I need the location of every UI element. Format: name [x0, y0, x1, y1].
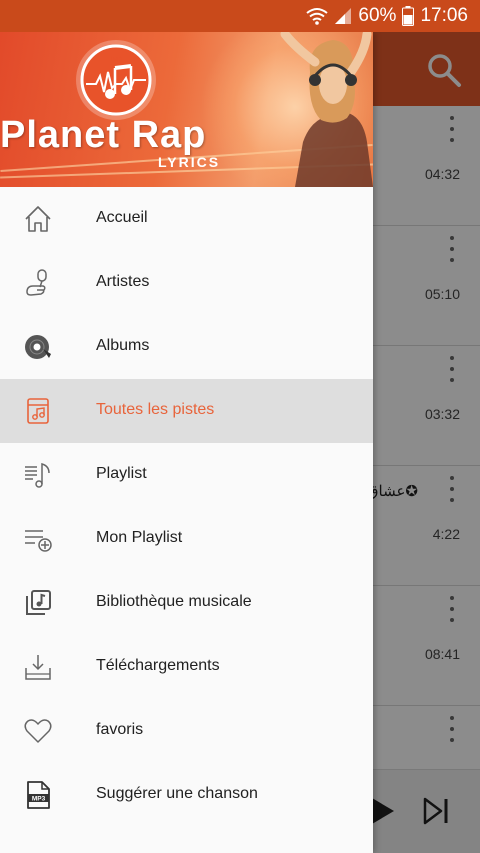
menu-item-playlist[interactable]: Playlist — [0, 443, 373, 507]
drawer-menu: Accueil Artistes Albums Toutes les piste… — [0, 187, 373, 827]
menu-item-label: Mon Playlist — [96, 529, 183, 546]
menu-item-label: Artistes — [96, 273, 150, 290]
menu-item-artistes[interactable]: Artistes — [0, 251, 373, 315]
app-brand-title: Planet Rap — [0, 114, 207, 156]
menu-item-telechargements[interactable]: Téléchargements — [0, 635, 373, 699]
menu-item-label: Toutes les pistes — [96, 401, 215, 418]
logo-text: rap — [110, 54, 123, 63]
singer-photo — [280, 32, 373, 187]
microphone-hand-icon — [22, 267, 54, 299]
wifi-icon — [306, 7, 329, 25]
playlist-add-icon — [22, 523, 54, 555]
menu-item-label: favoris — [96, 721, 144, 738]
menu-item-suggerer-une-chanson[interactable]: MP3 Suggérer une chanson — [0, 763, 373, 827]
status-bar: 60% 17:06 — [0, 0, 480, 32]
menu-item-mon-playlist[interactable]: Mon Playlist — [0, 507, 373, 571]
menu-item-label: Albums — [96, 337, 150, 354]
menu-item-favoris[interactable]: favoris — [0, 699, 373, 763]
menu-item-label: Téléchargements — [96, 657, 220, 674]
music-file-icon — [22, 395, 54, 427]
home-icon — [22, 203, 54, 235]
mp3-file-icon: MP3 — [22, 779, 54, 811]
signal-icon — [334, 7, 352, 25]
menu-item-label: Playlist — [96, 465, 147, 482]
menu-item-bibliotheque-musicale[interactable]: Bibliothèque musicale — [0, 571, 373, 635]
navigation-drawer: rap Planet Rap LYRICS Accueil Artistes A… — [0, 32, 373, 853]
download-tray-icon — [22, 651, 54, 683]
app-logo: rap — [76, 40, 156, 120]
music-library-icon — [22, 587, 54, 619]
playlist-note-icon — [22, 459, 54, 491]
menu-item-albums[interactable]: Albums — [0, 315, 373, 379]
menu-item-label: Accueil — [96, 209, 148, 226]
clock-time: 17:06 — [420, 5, 468, 26]
battery-percent: 60% — [358, 5, 397, 26]
drawer-header-banner: rap Planet Rap LYRICS — [0, 32, 373, 187]
app-brand-subtitle: LYRICS — [158, 154, 221, 170]
menu-item-label: Bibliothèque musicale — [96, 593, 252, 610]
vinyl-disc-icon — [22, 331, 54, 363]
svg-text:MP3: MP3 — [32, 796, 46, 803]
menu-item-accueil[interactable]: Accueil — [0, 187, 373, 251]
heart-icon — [22, 715, 54, 747]
battery-icon — [402, 6, 415, 26]
menu-item-label: Suggérer une chanson — [96, 785, 258, 802]
menu-item-toutes-les-pistes[interactable]: Toutes les pistes — [0, 379, 373, 443]
